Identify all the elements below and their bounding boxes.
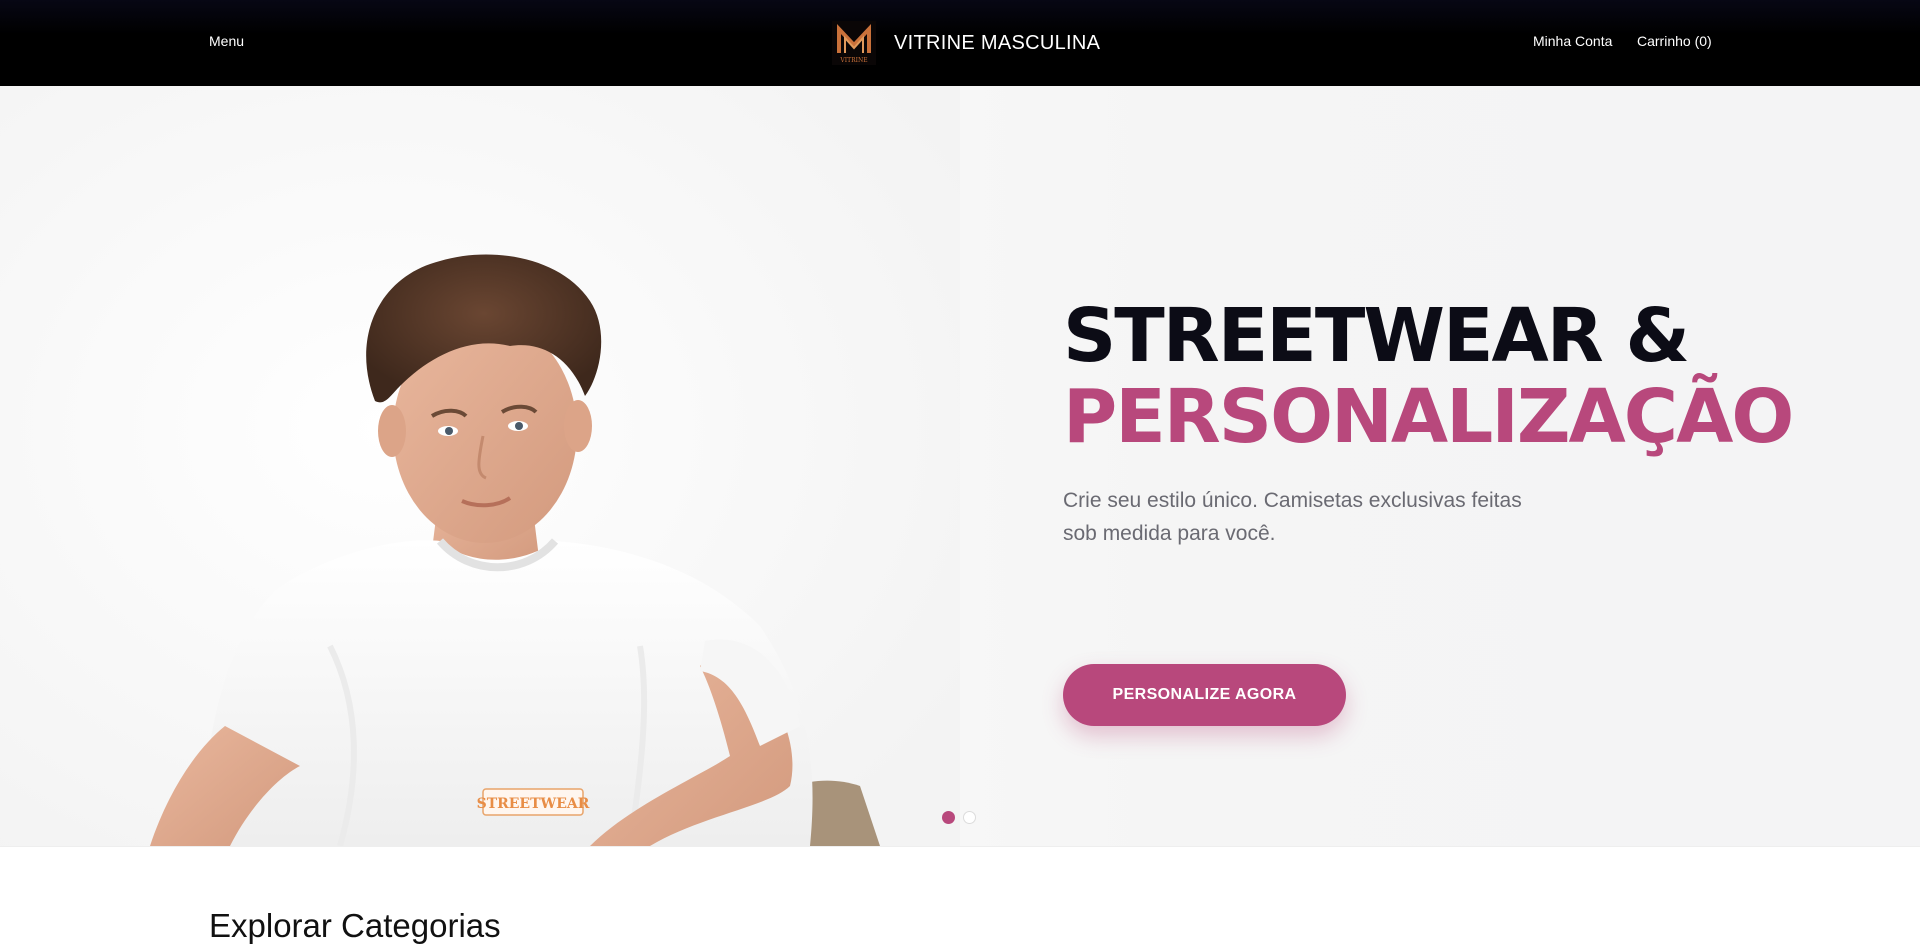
categories-title: Explorar Categorias xyxy=(209,907,501,944)
brand-name: VITRINE MASCULINA xyxy=(894,31,1101,54)
shirt-print-text: STREETWEAR xyxy=(477,796,590,812)
account-link[interactable]: Minha Conta xyxy=(1533,33,1612,49)
cart-link[interactable]: Carrinho (0) xyxy=(1637,33,1712,49)
hero-subtitle: Crie seu estilo único. Camisetas exclusi… xyxy=(1063,489,1522,545)
brand-link[interactable]: VITRINE VITRINE MASCULINA xyxy=(832,18,1100,68)
hero-title-line2: PERSONALIZAÇÃO xyxy=(1063,374,1794,460)
menu-button[interactable]: Menu xyxy=(209,33,244,49)
hero-banner: STREETWEAR STREETWEAR & PERSONALIZAÇÃO C… xyxy=(0,86,1920,846)
slide-dot-1[interactable] xyxy=(942,811,955,824)
hero-content: STREETWEAR & PERSONALIZAÇÃO Crie seu est… xyxy=(1063,293,1823,726)
site-header: Menu VITRINE VITRINE MASCULINA Minha Con… xyxy=(0,0,1920,86)
hero-model-image: STREETWEAR xyxy=(0,86,960,846)
slider-pagination xyxy=(942,811,976,824)
svg-text:VITRINE: VITRINE xyxy=(839,57,867,64)
slide-dot-2[interactable] xyxy=(963,811,976,824)
brand-logo-icon: VITRINE xyxy=(832,21,876,65)
personalize-now-button[interactable]: PERSONALIZE AGORA xyxy=(1063,664,1346,726)
categories-section: Explorar Categorias xyxy=(0,846,1920,950)
hero-title-line1: STREETWEAR & xyxy=(1063,293,1690,379)
